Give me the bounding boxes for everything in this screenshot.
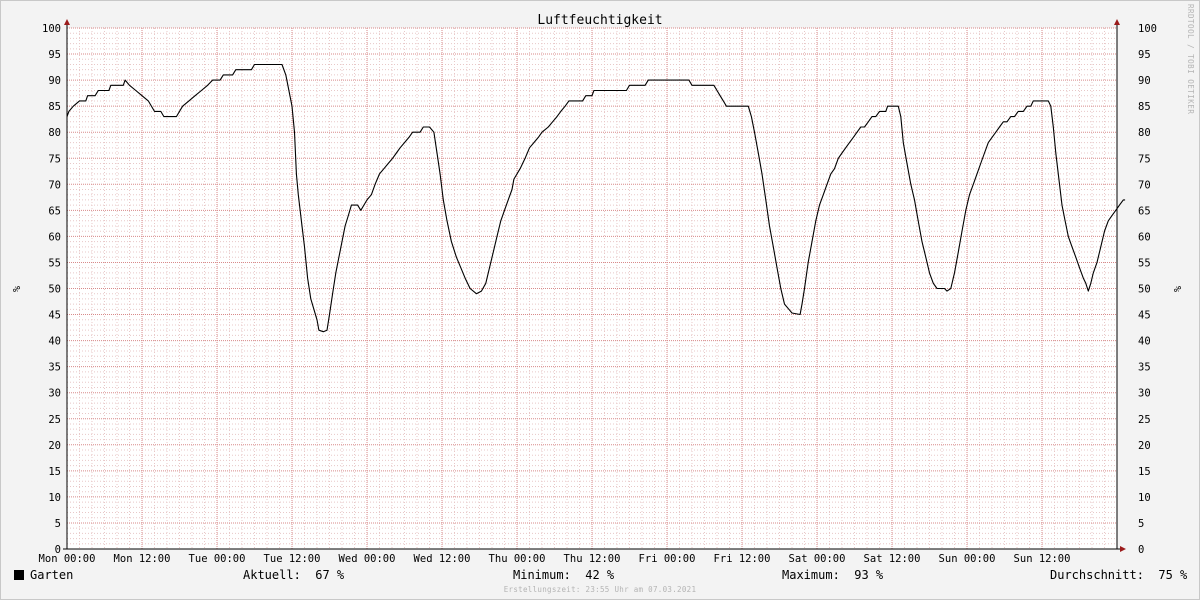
legend-avg-value: 75 %	[1158, 568, 1188, 582]
y-tick-label-left: 65	[48, 205, 61, 217]
y-tick-label-right: 100	[1138, 23, 1157, 35]
y-tick-label-left: 30	[48, 388, 61, 400]
y-tick-label-left: 70	[48, 179, 61, 191]
y-tick-label-right: 45	[1138, 310, 1151, 322]
legend-current-label: Aktuell:	[243, 568, 301, 582]
x-axis-arrow	[1120, 546, 1126, 552]
y-tick-label-left: 75	[48, 153, 61, 165]
legend-average: Durchschnitt: 75 %	[1050, 568, 1187, 582]
y-tick-label-right: 60	[1138, 231, 1151, 243]
y-tick-label-right: 95	[1138, 49, 1151, 61]
y-tick-label-right: 0	[1138, 544, 1144, 556]
y-tick-label-left: 45	[48, 310, 61, 322]
y-tick-label-right: 65	[1138, 205, 1151, 217]
y-tick-label-right: 20	[1138, 440, 1151, 452]
y-axis-arrow-left	[64, 19, 70, 25]
x-tick-label: Thu 12:00	[564, 553, 621, 565]
y-tick-label-right: 10	[1138, 492, 1151, 504]
x-tick-label: Wed 00:00	[339, 553, 396, 565]
y-axis-arrow-right	[1114, 19, 1120, 25]
y-tick-label-left: 25	[48, 414, 61, 426]
x-tick-label: Sat 00:00	[789, 553, 846, 565]
y-tick-label-right: 5	[1138, 518, 1144, 530]
y-tick-label-left: 95	[48, 49, 61, 61]
y-tick-label-right: 15	[1138, 466, 1151, 478]
y-tick-label-right: 35	[1138, 362, 1151, 374]
legend-swatch-garten	[14, 570, 24, 580]
y-tick-label-left: 85	[48, 101, 61, 113]
legend-current: Aktuell: 67 %	[243, 568, 344, 582]
x-tick-label: Mon 00:00	[39, 553, 96, 565]
y-tick-label-right: 90	[1138, 75, 1151, 87]
legend-series-name: Garten	[30, 568, 74, 582]
y-tick-label-right: 40	[1138, 336, 1151, 348]
rrdtool-watermark: RRDTOOL / TOBI OETIKER	[1186, 4, 1195, 114]
y-axis-label-left: %	[10, 286, 21, 292]
y-tick-label-right: 75	[1138, 153, 1151, 165]
legend-max-label: Maximum:	[782, 568, 840, 582]
humidity-chart: 0 05 510 1015 1520 2025 2530 3035 3540 4045 4550 50…	[10, 4, 1195, 565]
legend-maximum: Maximum: 93 %	[782, 568, 883, 582]
legend-avg-label: Durchschnitt:	[1050, 568, 1144, 582]
legend-current-value: 67 %	[315, 568, 345, 582]
x-tick-label: Sun 00:00	[939, 553, 996, 565]
x-tick-label: Mon 12:00	[114, 553, 171, 565]
y-tick-label-right: 70	[1138, 179, 1151, 191]
y-tick-label-right: 50	[1138, 284, 1151, 296]
x-tick-label: Fri 00:00	[639, 553, 696, 565]
x-tick-label: Thu 00:00	[489, 553, 546, 565]
legend-min-value: 42 %	[585, 568, 615, 582]
y-tick-label-right: 80	[1138, 127, 1151, 139]
chart-title: Luftfeuchtigkeit	[537, 13, 662, 28]
y-tick-label-left: 50	[48, 284, 61, 296]
y-tick-label-left: 10	[48, 492, 61, 504]
legend-minimum: Minimum: 42 %	[513, 568, 614, 582]
y-tick-label-left: 55	[48, 257, 61, 269]
creation-time-footer: Erstellungszeit: 23:55 Uhr am 07.03.2021	[503, 585, 697, 594]
y-tick-label-right: 85	[1138, 101, 1151, 113]
y-tick-label-left: 15	[48, 466, 61, 478]
y-tick-label-left: 60	[48, 231, 61, 243]
x-tick-label: Fri 12:00	[714, 553, 771, 565]
y-tick-label-left: 35	[48, 362, 61, 374]
legend-min-label: Minimum:	[513, 568, 571, 582]
y-tick-label-left: 80	[48, 127, 61, 139]
y-tick-label-right: 25	[1138, 414, 1151, 426]
y-tick-label-right: 30	[1138, 388, 1151, 400]
x-tick-label: Wed 12:00	[414, 553, 471, 565]
y-tick-label-left: 100	[42, 23, 61, 35]
y-tick-label-left: 90	[48, 75, 61, 87]
legend-max-value: 93 %	[854, 568, 884, 582]
x-tick-label: Sat 12:00	[864, 553, 921, 565]
x-tick-label: Tue 12:00	[264, 553, 321, 565]
y-tick-label-left: 20	[48, 440, 61, 452]
y-tick-label-left: 40	[48, 336, 61, 348]
y-tick-label-right: 55	[1138, 257, 1151, 269]
x-tick-label: Tue 00:00	[189, 553, 246, 565]
y-tick-label-left: 5	[55, 518, 61, 530]
y-axis-label-right: %	[1171, 286, 1182, 292]
x-tick-label: Sun 12:00	[1014, 553, 1071, 565]
